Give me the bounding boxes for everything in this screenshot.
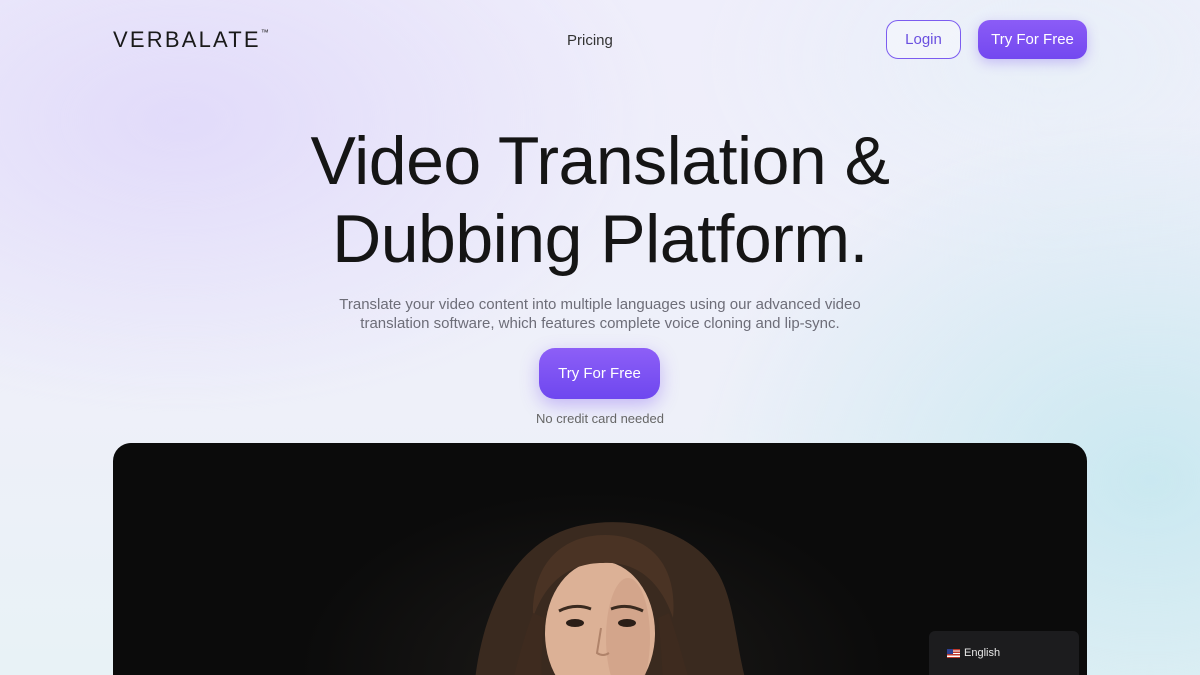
hero-subtitle: Translate your video content into multip…: [339, 296, 861, 332]
nav-link-pricing[interactable]: Pricing: [567, 32, 613, 49]
us-flag-icon: [947, 648, 960, 658]
hero-title: Video Translation & Dubbing Platform.: [0, 122, 1200, 278]
hero-title-line-1: Video Translation &: [310, 123, 890, 199]
no-credit-card-note: No credit card needed: [536, 411, 664, 426]
brand-logo[interactable]: VERBALATE™: [113, 27, 269, 53]
hero-title-line-2: Dubbing Platform.: [332, 201, 868, 277]
language-selected-label: English: [964, 647, 1001, 659]
try-for-free-hero-button[interactable]: Try For Free: [539, 348, 660, 399]
site-header: VERBALATE™ Pricing Login Try For Free: [0, 0, 1200, 80]
login-button[interactable]: Login: [886, 20, 961, 59]
try-for-free-header-button[interactable]: Try For Free: [978, 20, 1087, 59]
language-selector[interactable]: English: [929, 631, 1079, 675]
